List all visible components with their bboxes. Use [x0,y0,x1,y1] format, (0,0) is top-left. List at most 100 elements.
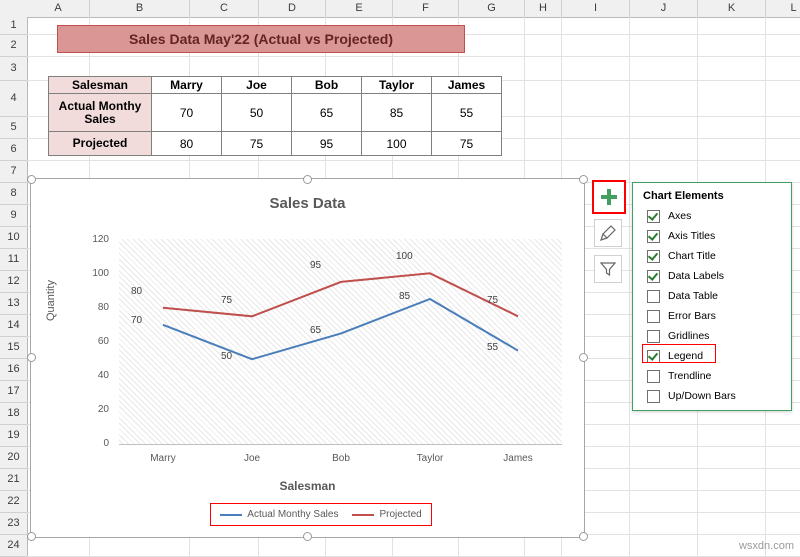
chart-resize-handle-tr[interactable] [579,175,588,184]
row-header-15[interactable]: 15 [0,337,28,359]
column-header-e[interactable]: E [326,0,393,18]
row-header-4[interactable]: 4 [0,81,28,117]
grid-cell[interactable] [525,535,562,557]
grid-cell[interactable] [766,139,800,161]
column-header-i[interactable]: I [562,0,630,18]
checkbox-icon[interactable] [647,329,660,343]
row-header-13[interactable]: 13 [0,293,28,315]
grid-cell[interactable] [630,447,698,469]
row-header-5[interactable]: 5 [0,117,28,139]
grid-cell[interactable] [630,535,698,557]
grid-cell[interactable] [698,425,766,447]
grid-cell[interactable] [766,447,800,469]
column-header-g[interactable]: G [459,0,525,18]
column-header-h[interactable]: H [525,0,562,18]
column-header-d[interactable]: D [259,0,326,18]
row-header-14[interactable]: 14 [0,315,28,337]
grid-cell[interactable] [525,139,562,161]
grid-cell[interactable] [698,81,766,117]
grid-cell[interactable] [525,17,562,35]
row-header-9[interactable]: 9 [0,205,28,227]
grid-cell[interactable] [630,139,698,161]
sales-data-table[interactable]: Salesman Marry Joe Bob Taylor James Actu… [48,76,502,156]
chart-resize-handle-ml[interactable] [27,353,36,362]
chart-resize-handle-bl[interactable] [27,532,36,541]
grid-cell[interactable] [562,17,630,35]
chart-element-gridlines[interactable]: Gridlines [633,326,791,346]
column-header-c[interactable]: C [190,0,259,18]
row-header-3[interactable]: 3 [0,57,28,81]
row-header-6[interactable]: 6 [0,139,28,161]
checkbox-icon[interactable] [647,249,660,263]
grid-cell[interactable] [630,35,698,57]
grid-cell[interactable] [459,17,525,35]
grid-cell[interactable] [525,81,562,117]
chart-object[interactable]: Sales Data Quantity Salesman 120 100 80 … [30,178,585,538]
chart-elements-panel[interactable]: Chart Elements Axes Axis Titles Chart Ti… [632,182,792,411]
checkbox-icon[interactable] [647,269,660,283]
grid-cell[interactable] [630,161,698,183]
chart-resize-handle-bc[interactable] [303,532,312,541]
grid-cell[interactable] [630,17,698,35]
chart-filter-button[interactable] [594,255,622,283]
grid-cell[interactable] [766,491,800,513]
row-header-19[interactable]: 19 [0,425,28,447]
chart-elements-button[interactable] [592,180,626,214]
grid-cell[interactable] [459,35,525,57]
grid-cell[interactable] [562,35,630,57]
checkbox-icon[interactable] [647,349,660,363]
chart-element-axis-titles[interactable]: Axis Titles [633,226,791,246]
grid-cell[interactable] [459,535,525,557]
row-header-11[interactable]: 11 [0,249,28,271]
row-header-22[interactable]: 22 [0,491,28,513]
column-header-l[interactable]: L [766,0,800,18]
column-header-k[interactable]: K [698,0,766,18]
row-header-12[interactable]: 12 [0,271,28,293]
chart-element-legend[interactable]: Legend [633,346,791,366]
chart-element-trendline[interactable]: Trendline [633,366,791,386]
chart-element-chart-title[interactable]: Chart Title [633,246,791,266]
column-header-a[interactable]: A [27,0,90,18]
row-header-17[interactable]: 17 [0,381,28,403]
grid-cell[interactable] [698,57,766,81]
grid-cell[interactable] [562,117,630,139]
row-header-23[interactable]: 23 [0,513,28,535]
row-header-2[interactable]: 2 [0,35,28,57]
grid-cell[interactable] [698,117,766,139]
chart-resize-handle-mr[interactable] [579,353,588,362]
chart-element-data-table[interactable]: Data Table [633,286,791,306]
column-header-b[interactable]: B [90,0,190,18]
grid-cell[interactable] [562,139,630,161]
grid-cell[interactable] [630,117,698,139]
grid-cell[interactable] [698,35,766,57]
grid-cell[interactable] [525,117,562,139]
grid-cell[interactable] [525,57,562,81]
grid-cell[interactable] [766,57,800,81]
grid-cell[interactable] [766,425,800,447]
grid-cell[interactable] [630,513,698,535]
grid-cell[interactable] [630,57,698,81]
chart-resize-handle-tl[interactable] [27,175,36,184]
grid-cell[interactable] [630,469,698,491]
chart-legend[interactable]: Actual Monthy Sales Projected [210,503,432,526]
chart-resize-handle-br[interactable] [579,532,588,541]
grid-cell[interactable] [766,81,800,117]
grid-cell[interactable] [766,35,800,57]
chart-element-error-bars[interactable]: Error Bars [633,306,791,326]
checkbox-icon[interactable] [647,229,660,243]
grid-cell[interactable] [766,161,800,183]
chart-element-data-labels[interactable]: Data Labels [633,266,791,286]
grid-cell[interactable] [698,17,766,35]
row-header-24[interactable]: 24 [0,535,28,557]
chart-styles-button[interactable] [594,219,622,247]
checkbox-icon[interactable] [647,389,660,403]
checkbox-icon[interactable] [647,209,660,223]
row-header-8[interactable]: 8 [0,183,28,205]
grid-cell[interactable] [698,491,766,513]
grid-cell[interactable] [27,535,90,557]
grid-cell[interactable] [562,535,630,557]
grid-cell[interactable] [630,491,698,513]
chart-element-updown-bars[interactable]: Up/Down Bars [633,386,791,406]
grid-cell[interactable] [698,447,766,469]
row-header-1[interactable]: 1 [0,17,28,35]
